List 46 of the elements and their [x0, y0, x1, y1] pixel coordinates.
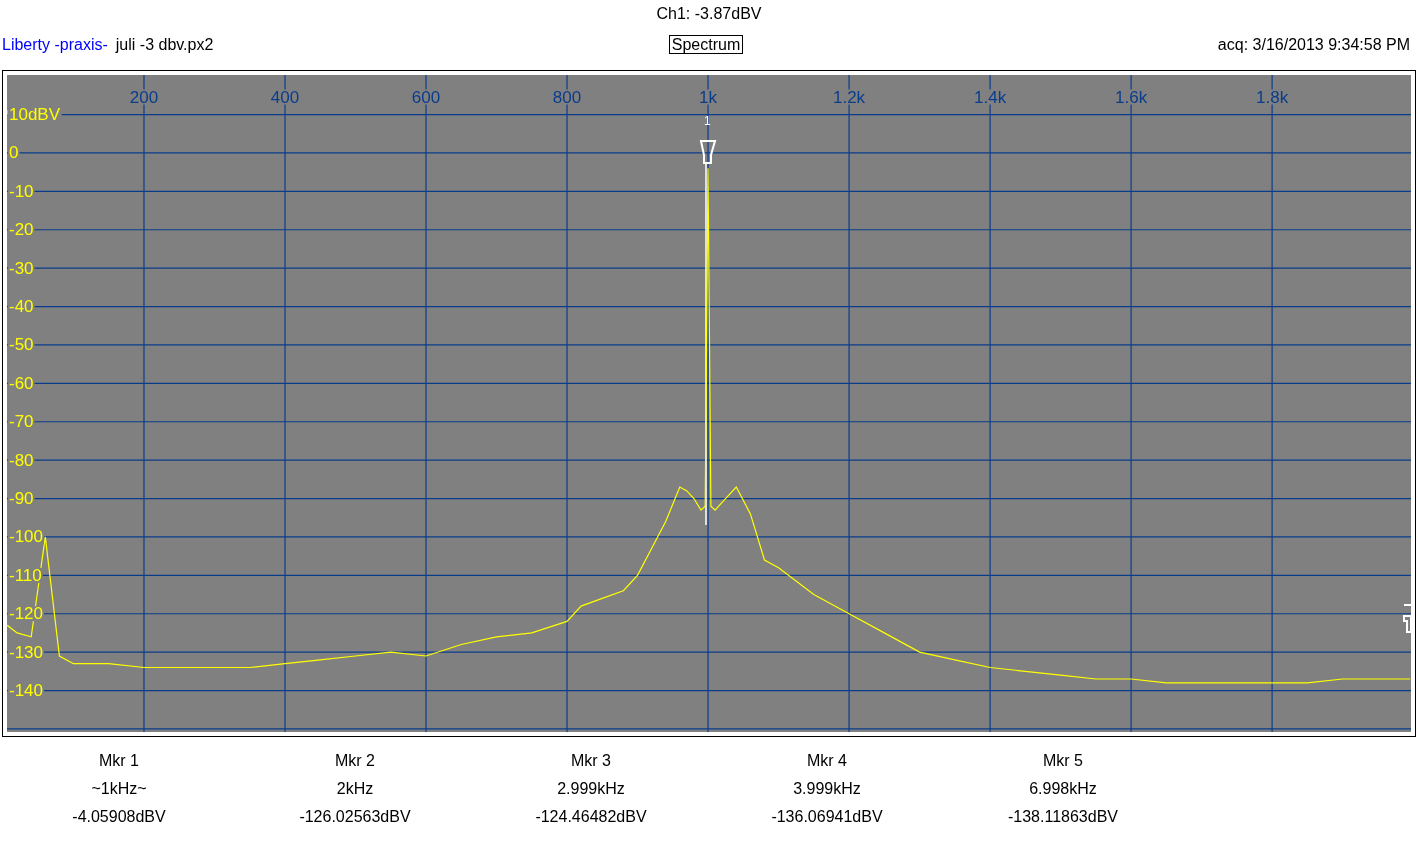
- marker-level: -138.11863dBV: [1008, 807, 1118, 827]
- frequency-tick-label: 800: [552, 87, 582, 107]
- frequency-tick-label: 1k: [699, 87, 718, 107]
- level-tick-label: 10dBV: [9, 105, 61, 125]
- frequency-tick-label: 1.8k: [1256, 87, 1289, 107]
- level-tick-label: -70: [9, 412, 34, 432]
- level-tick-label: -30: [9, 258, 34, 278]
- acquisition-time: acq: 3/16/2013 9:34:58 PM: [1217, 36, 1410, 53]
- frequency-tick-label: 1.4k: [974, 87, 1007, 107]
- marker-level: -136.06941dBV: [771, 807, 883, 827]
- marker-name: Mkr 3: [571, 751, 611, 771]
- marker-level: -126.02563dBV: [299, 807, 411, 827]
- marker-frequency: ~1kHz~: [91, 779, 147, 799]
- marker-level: -4.05908dBV: [72, 807, 166, 827]
- marker-frequency: 3.999kHz: [793, 779, 861, 799]
- level-tick-label: -100: [9, 527, 44, 547]
- file-name: juli -3 dbv.px2: [115, 36, 214, 54]
- level-tick-label: -80: [9, 450, 34, 470]
- level-tick-label: -50: [9, 335, 34, 355]
- level-tick-label: -40: [9, 297, 34, 317]
- marker-name: Mkr 1: [99, 751, 139, 771]
- view-title: Spectrum: [668, 35, 744, 54]
- level-tick-label: -60: [9, 373, 34, 393]
- frequency-tick-label: 400: [270, 87, 300, 107]
- level-tick-label: -130: [9, 642, 44, 662]
- marker-name: Mkr 4: [807, 751, 847, 771]
- marker-frequency: 2.999kHz: [557, 779, 625, 799]
- marker-level: -124.46482dBV: [535, 807, 647, 827]
- channel-reading: Ch1: -3.87dBV: [656, 5, 762, 23]
- frequency-tick-label: 600: [411, 87, 441, 107]
- level-tick-label: -140: [9, 681, 44, 701]
- marker-frequency: 2kHz: [336, 779, 374, 799]
- frequency-tick-label: 200: [129, 87, 159, 107]
- level-tick-label: -110: [9, 565, 42, 585]
- level-tick-label: -90: [9, 489, 34, 509]
- frequency-tick-label: 1.6k: [1115, 87, 1148, 107]
- level-tick-label: 0: [9, 143, 19, 163]
- marker-label: 1: [704, 114, 711, 128]
- marker-name: Mkr 2: [335, 751, 375, 771]
- level-tick-label: -10: [9, 181, 34, 201]
- marker-frequency: 6.998kHz: [1029, 779, 1097, 799]
- frequency-tick-label: 1.2k: [833, 87, 866, 107]
- marker-name: Mkr 5: [1043, 751, 1083, 771]
- level-tick-label: -20: [9, 220, 34, 240]
- source-name: Liberty -praxis-: [2, 36, 108, 54]
- level-tick-label: -120: [9, 604, 44, 624]
